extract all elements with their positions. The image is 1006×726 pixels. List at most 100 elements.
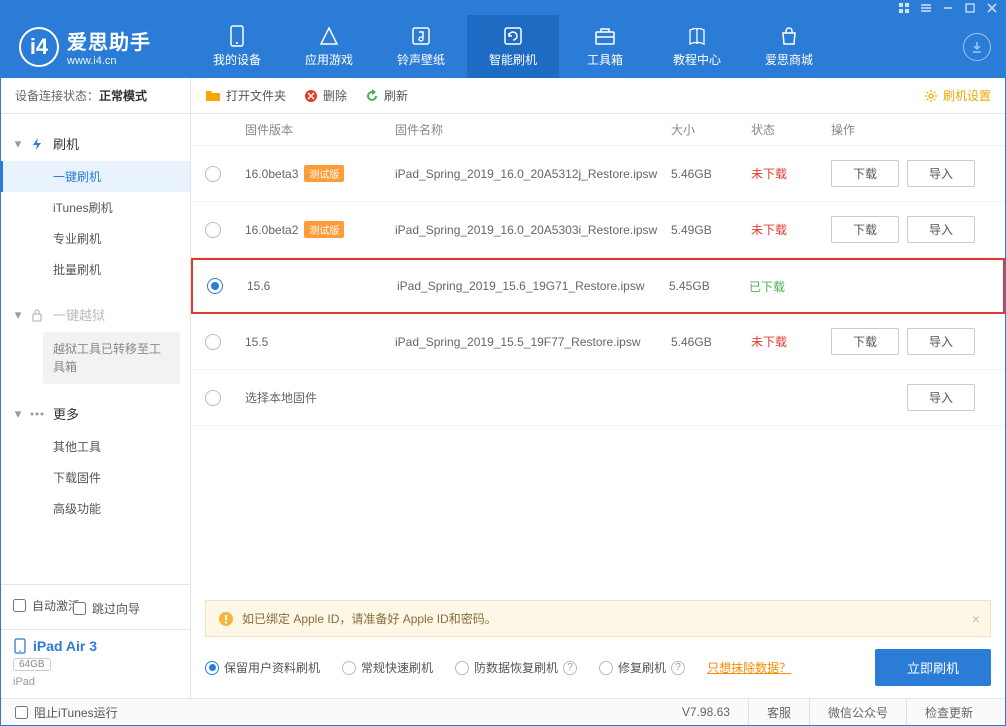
grid-icon[interactable]	[897, 2, 911, 14]
nav-toolbox[interactable]: 工具箱	[559, 15, 651, 78]
help-icon[interactable]: ?	[671, 661, 685, 675]
nav-tutorials[interactable]: 教程中心	[651, 15, 743, 78]
phone-icon	[226, 25, 248, 47]
chevron-down-icon: ▾	[13, 139, 23, 149]
footer-wechat[interactable]: 微信公众号	[809, 699, 906, 725]
nav-store[interactable]: 爱思商城	[743, 15, 835, 78]
main-nav: 我的设备 应用游戏 铃声壁纸 智能刷机 工具箱 教程中心 爱思商城	[191, 15, 949, 78]
nav-my-device[interactable]: 我的设备	[191, 15, 283, 78]
firmware-size: 5.46GB	[671, 167, 751, 181]
nav-apps[interactable]: 应用游戏	[283, 15, 375, 78]
app-header: i4 爱思助手 www.i4.cn 我的设备 应用游戏 铃声壁纸 智能刷机 工具…	[1, 15, 1005, 78]
firmware-status: 未下载	[751, 333, 831, 350]
flash-icon	[29, 136, 45, 152]
skip-guide-checkbox[interactable]: 跳过向导	[73, 596, 178, 621]
sidebar-group-jailbreak[interactable]: ▾ 一键越狱	[1, 297, 190, 332]
flash-options: 保留用户资料刷机 常规快速刷机 防数据恢复刷机? 修复刷机? 只想抹除数据？ 立…	[205, 649, 991, 686]
opt-repair[interactable]: 修复刷机?	[599, 659, 685, 676]
app-logo[interactable]: i4 爱思助手 www.i4.cn	[1, 26, 191, 67]
sidebar-item-download-fw[interactable]: 下载固件	[1, 462, 190, 493]
firmware-row[interactable]: 15.6 iPad_Spring_2019_15.6_19G71_Restore…	[191, 258, 1005, 314]
toolbox-icon	[594, 25, 616, 47]
firmware-row[interactable]: 15.5 iPad_Spring_2019_15.5_19F77_Restore…	[191, 314, 1005, 370]
app-subtitle: www.i4.cn	[67, 55, 151, 67]
status-bar-bottom: 阻止iTunes运行 V7.98.63 客服 微信公众号 检查更新	[1, 698, 1005, 725]
close-notice-button[interactable]: ×	[972, 611, 980, 627]
row-radio[interactable]	[207, 278, 223, 294]
warning-icon	[218, 611, 234, 627]
block-itunes-checkbox[interactable]: 阻止iTunes运行	[15, 704, 118, 721]
bag-icon	[778, 25, 800, 47]
row-radio[interactable]	[205, 166, 221, 182]
erase-only-link[interactable]: 只想抹除数据？	[707, 659, 791, 676]
download-button[interactable]: 下载	[831, 216, 899, 243]
connection-status: 设备连接状态：正常模式	[1, 78, 190, 114]
header-download[interactable]	[949, 33, 1005, 61]
lock-icon	[29, 307, 45, 323]
sidebar-item-batch[interactable]: 批量刷机	[1, 254, 190, 285]
app-title: 爱思助手	[67, 26, 151, 55]
firmware-version: 16.0beta3	[245, 167, 298, 181]
sidebar-item-advanced[interactable]: 高级功能	[1, 493, 190, 524]
table-header: 固件版本 固件名称 大小 状态 操作	[191, 114, 1005, 146]
sidebar-item-itunes[interactable]: iTunes刷机	[1, 192, 190, 223]
nav-ringtones[interactable]: 铃声壁纸	[375, 15, 467, 78]
jailbreak-note: 越狱工具已转移至工具箱	[43, 332, 180, 384]
menu-icon[interactable]	[919, 2, 933, 14]
import-button[interactable]: 导入	[907, 328, 975, 355]
row-radio[interactable]	[205, 334, 221, 350]
chevron-down-icon: ▾	[13, 310, 23, 320]
sidebar-group-flash[interactable]: ▾ 刷机	[1, 126, 190, 161]
device-capacity: 64GB	[13, 658, 51, 671]
window-controls	[1, 1, 1005, 15]
firmware-size: 5.45GB	[669, 279, 749, 293]
firmware-name: iPad_Spring_2019_15.6_19G71_Restore.ipsw	[397, 279, 669, 293]
firmware-size: 5.49GB	[671, 223, 751, 237]
sidebar-item-oneclick[interactable]: 一键刷机	[1, 161, 190, 192]
opt-keep-data[interactable]: 保留用户资料刷机	[205, 659, 320, 676]
sidebar-item-other[interactable]: 其他工具	[1, 431, 190, 462]
flash-now-button[interactable]: 立即刷机	[875, 649, 991, 686]
footer-service[interactable]: 客服	[748, 699, 809, 725]
col-ops: 操作	[831, 121, 991, 138]
firmware-name: iPad_Spring_2019_15.5_19F77_Restore.ipsw	[395, 335, 671, 349]
sidebar-item-pro[interactable]: 专业刷机	[1, 223, 190, 254]
col-name: 固件名称	[395, 121, 671, 138]
firmware-name: iPad_Spring_2019_16.0_20A5303i_Restore.i…	[395, 223, 671, 237]
logo-icon: i4	[19, 27, 59, 67]
apps-icon	[318, 25, 340, 47]
delete-button[interactable]: 删除	[304, 87, 347, 104]
help-icon[interactable]: ?	[563, 661, 577, 675]
sidebar-group-more[interactable]: ▾ 更多	[1, 396, 190, 431]
local-firmware-label: 选择本地固件	[245, 389, 395, 406]
device-type: iPad	[13, 676, 178, 688]
firmware-name: iPad_Spring_2019_16.0_20A5312j_Restore.i…	[395, 167, 671, 181]
beta-tag: 测试版	[304, 165, 344, 182]
col-size: 大小	[671, 121, 751, 138]
import-button[interactable]: 导入	[907, 160, 975, 187]
import-button[interactable]: 导入	[907, 384, 975, 411]
footer-update[interactable]: 检查更新	[906, 699, 991, 725]
download-icon	[963, 33, 991, 61]
close-icon[interactable]	[985, 2, 999, 14]
device-panel: iPad Air 3 64GB iPad	[1, 629, 190, 698]
minimize-icon[interactable]	[941, 2, 955, 14]
maximize-icon[interactable]	[963, 2, 977, 14]
firmware-row[interactable]: 16.0beta3 测试版 iPad_Spring_2019_16.0_20A53…	[191, 146, 1005, 202]
nav-flash[interactable]: 智能刷机	[467, 15, 559, 78]
firmware-row[interactable]: 16.0beta2测试版 iPad_Spring_2019_16.0_20A53…	[191, 202, 1005, 258]
import-button[interactable]: 导入	[907, 216, 975, 243]
local-firmware-row[interactable]: 选择本地固件 导入	[191, 370, 1005, 426]
row-radio[interactable]	[205, 390, 221, 406]
firmware-version: 16.0beta2	[245, 223, 298, 237]
flash-settings-button[interactable]: 刷机设置	[924, 87, 991, 104]
refresh-button[interactable]: 刷新	[365, 87, 408, 104]
row-radio[interactable]	[205, 222, 221, 238]
device-name[interactable]: iPad Air 3	[13, 638, 178, 654]
firmware-version: 15.5	[245, 335, 268, 349]
open-folder-button[interactable]: 打开文件夹	[205, 87, 286, 104]
opt-quick[interactable]: 常规快速刷机	[342, 659, 433, 676]
download-button[interactable]: 下载	[831, 328, 899, 355]
download-button[interactable]: 下载	[831, 160, 899, 187]
opt-anti-recovery[interactable]: 防数据恢复刷机?	[455, 659, 577, 676]
